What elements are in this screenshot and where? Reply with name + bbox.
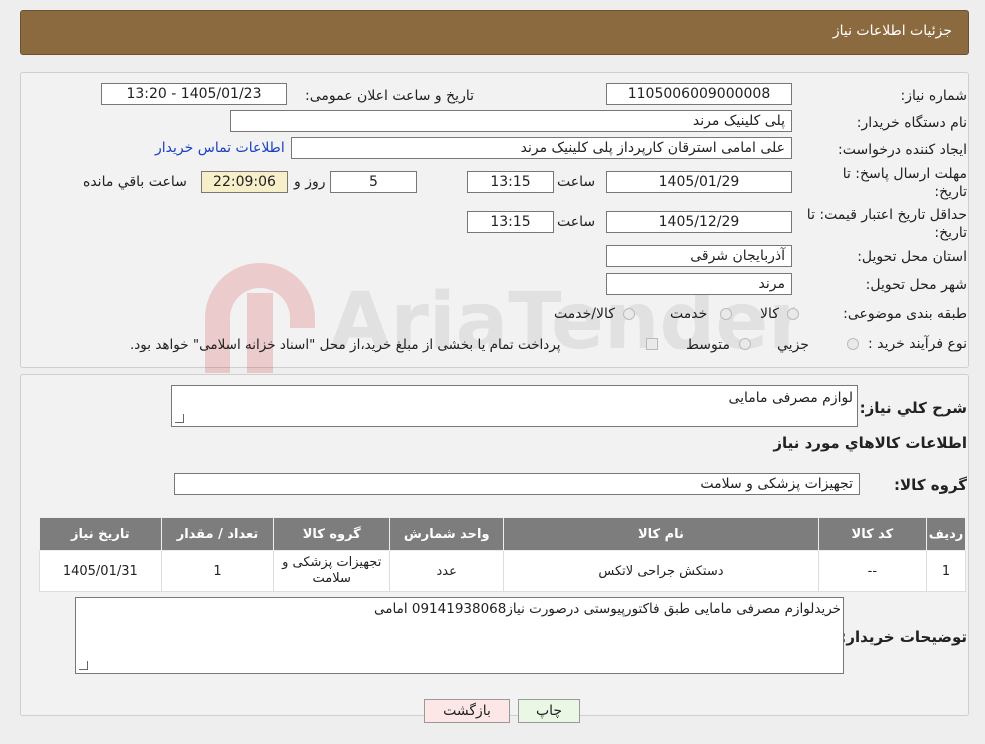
category-goods-service-radio[interactable] bbox=[623, 308, 635, 320]
payment-note: پرداخت تمام یا بخشی از مبلغ خرید،از محل … bbox=[130, 337, 561, 353]
back-button[interactable]: بازگشت bbox=[424, 699, 510, 723]
validity-label: حداقل تاریخ اعتبار قیمت: تا bbox=[806, 207, 967, 223]
remaining-time-field: 22:09:06 bbox=[201, 171, 288, 193]
summary-label: شرح کلي نياز: bbox=[859, 399, 967, 417]
announce-field: 1405/01/23 - 13:20 bbox=[101, 83, 287, 105]
page-header: جزئیات اطلاعات نیاز bbox=[20, 10, 969, 55]
announce-label: تاریخ و ساعت اعلان عمومی: bbox=[305, 88, 474, 104]
cell-code: -- bbox=[817, 550, 928, 592]
city-field: مرند bbox=[606, 273, 792, 295]
validity-time-field: 13:15 bbox=[467, 211, 554, 233]
col-row-no: رديف bbox=[926, 517, 966, 551]
col-group: گروه کالا bbox=[273, 517, 391, 551]
creator-label: ایجاد کننده درخواست: bbox=[838, 142, 967, 158]
validity-date-field: 1405/12/29 bbox=[606, 211, 792, 233]
need-number-label: شماره نیاز: bbox=[900, 88, 968, 104]
process-minor-radio[interactable] bbox=[847, 338, 859, 350]
cell-date: 1405/01/31 bbox=[39, 550, 162, 592]
resize-handle-icon[interactable] bbox=[175, 414, 184, 423]
city-label: شهر محل تحویل: bbox=[865, 277, 967, 293]
province-label: استان محل تحویل: bbox=[857, 249, 967, 265]
category-goods-label: کالا bbox=[760, 306, 779, 322]
cell-qty: 1 bbox=[160, 550, 275, 592]
validity-label-2: تاریخ: bbox=[934, 225, 967, 241]
summary-textarea[interactable]: لوازم مصرفی مامایی bbox=[171, 385, 858, 427]
buyer-notes-label: توضیحات خریدار: bbox=[840, 628, 967, 646]
items-table-wrap: رديف کد کالا نام کالا واحد شمارش گروه کا… bbox=[39, 517, 966, 592]
category-service-radio[interactable] bbox=[720, 308, 732, 320]
category-service-label: خدمت bbox=[670, 306, 708, 322]
cell-row-no: 1 bbox=[926, 550, 966, 592]
days-label: روز و bbox=[294, 174, 326, 190]
print-button[interactable]: چاپ bbox=[518, 699, 580, 723]
resize-handle-icon[interactable] bbox=[79, 661, 88, 670]
process-label: نوع فرآیند خرید : bbox=[868, 336, 967, 352]
buyer-org-label: نام دستگاه خریدار: bbox=[856, 115, 967, 131]
reply-date-field: 1405/01/29 bbox=[606, 171, 792, 193]
items-table: رديف کد کالا نام کالا واحد شمارش گروه کا… bbox=[39, 517, 966, 592]
col-qty: تعداد / مقدار bbox=[160, 517, 275, 551]
table-row: 1 -- دستکش جراحی لاتکس عدد تجهیزات پزشکی… bbox=[39, 550, 966, 592]
table-header-row: رديف کد کالا نام کالا واحد شمارش گروه کا… bbox=[39, 517, 966, 551]
buyer-notes-textarea[interactable]: خریدلوازم مصرفی مامایی طبق فاکتورپیوستی … bbox=[75, 597, 844, 674]
summary-text: لوازم مصرفی مامایی bbox=[728, 390, 853, 406]
process-medium-radio[interactable] bbox=[739, 338, 751, 350]
page-title: جزئیات اطلاعات نیاز bbox=[832, 23, 952, 39]
remaining-label: ساعت باقي مانده bbox=[83, 174, 187, 190]
goods-group-field: تجهیزات پزشکی و سلامت bbox=[174, 473, 860, 495]
validity-time-label: ساعت bbox=[557, 214, 596, 230]
goods-group-label: گروه کالا: bbox=[894, 476, 967, 494]
reply-time-label: ساعت bbox=[557, 174, 596, 190]
days-field: 5 bbox=[330, 171, 417, 193]
process-medium-label: متوسط bbox=[686, 337, 730, 353]
creator-field: علی امامی استرقان کارپرداز پلی کلینیک مر… bbox=[291, 137, 792, 159]
cell-name: دستکش جراحی لاتکس bbox=[503, 550, 819, 592]
payment-note-checkbox[interactable] bbox=[646, 338, 658, 350]
reply-time-field: 13:15 bbox=[467, 171, 554, 193]
col-name: نام کالا bbox=[503, 517, 819, 551]
col-code: کد کالا bbox=[817, 517, 928, 551]
need-number-field: 1105006009000008 bbox=[606, 83, 792, 105]
buyer-notes-text: خریدلوازم مصرفی مامایی طبق فاکتورپیوستی … bbox=[374, 601, 841, 617]
buyer-contact-link[interactable]: اطلاعات تماس خریدار bbox=[155, 140, 285, 156]
cell-group: تجهیزات پزشکی و سلامت bbox=[273, 550, 391, 592]
buyer-org-field: پلی کلینیک مرند bbox=[230, 110, 792, 132]
reply-deadline-label: مهلت ارسال پاسخ: تا bbox=[842, 166, 967, 182]
category-goods-service-label: کالا/خدمت bbox=[554, 306, 615, 322]
province-field: آذربایجان شرقی bbox=[606, 245, 792, 267]
process-minor-label: جزیي bbox=[777, 337, 809, 353]
goods-info-title: اطلاعات کالاهاي مورد نياز bbox=[773, 434, 967, 452]
col-date: تاريخ نياز bbox=[39, 517, 162, 551]
col-unit: واحد شمارش bbox=[389, 517, 505, 551]
cell-unit: عدد bbox=[389, 550, 505, 592]
reply-deadline-label-2: تاریخ: bbox=[934, 184, 967, 200]
category-label: طبقه بندی موضوعی: bbox=[843, 306, 967, 322]
category-goods-radio[interactable] bbox=[787, 308, 799, 320]
